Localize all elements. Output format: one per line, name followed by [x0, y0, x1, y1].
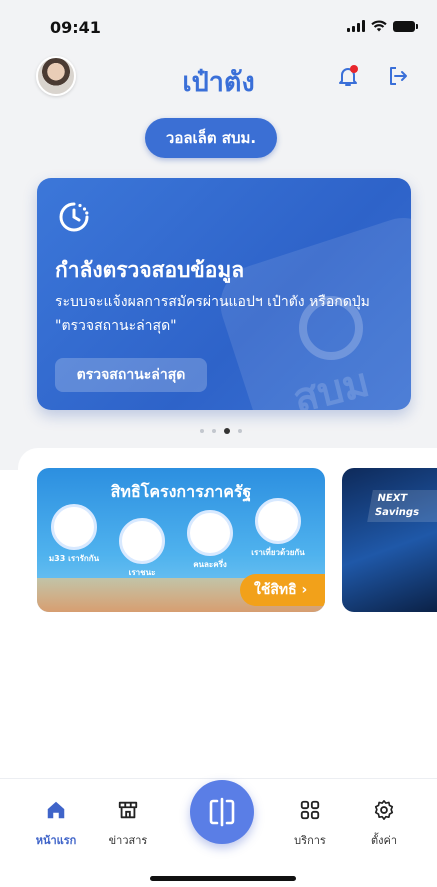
chevron-right-icon: › — [301, 582, 308, 598]
status-icons — [347, 20, 418, 32]
program-logo-rao-chana — [119, 518, 165, 564]
home-indicator — [150, 876, 296, 881]
status-card-description: ระบบจะแจ้งผลการสมัครผ่านแอปฯ เป๋าตัง หรื… — [55, 294, 370, 334]
battery-icon — [393, 20, 418, 32]
storefront-icon — [118, 801, 138, 819]
carousel-dot — [200, 429, 204, 433]
nav-label-services: บริการ — [294, 834, 326, 847]
clock-icon — [59, 202, 89, 232]
wifi-icon — [371, 20, 387, 32]
wallet-button[interactable]: วอลเล็ต สบม. — [145, 118, 277, 158]
scan-button[interactable] — [190, 780, 254, 844]
program-label: ม33 เรารักกัน — [48, 554, 100, 563]
program-logo-rao-tiao — [255, 498, 301, 544]
nav-item-news[interactable]: ข่าวสาร — [88, 799, 168, 849]
nav-item-home[interactable]: หน้าแรก — [16, 799, 96, 849]
government-programs-banner[interactable]: สิทธิโครงการภาครัฐ ม33 เรารักกัน เราชนะ … — [37, 468, 325, 612]
use-rights-button[interactable]: ใช้สิทธิ › — [240, 574, 325, 606]
program-logo-m33 — [51, 504, 97, 550]
nav-label-settings: ตั้งค่า — [370, 834, 398, 847]
carousel-dot — [238, 429, 242, 433]
app-title: เป๋าตัง — [182, 67, 255, 98]
use-rights-label: ใช้สิทธิ — [254, 582, 297, 598]
home-icon — [47, 801, 65, 819]
grid-icon — [300, 800, 320, 820]
nav-label-news: ข่าวสาร — [108, 834, 148, 847]
program-label: คนละครึ่ง — [193, 560, 227, 569]
carousel-indicator — [200, 428, 242, 434]
status-card-title: กำลังตรวจสอบข้อมูล — [55, 258, 245, 282]
scan-icon — [209, 797, 235, 827]
status-bar: 09:41 — [0, 0, 437, 54]
signal-icon — [347, 20, 365, 32]
carousel-dot — [212, 429, 216, 433]
program-logo-khon-la-khrueng — [187, 510, 233, 556]
logout-icon[interactable] — [386, 64, 410, 88]
check-status-button[interactable]: ตรวจสถานะล่าสุด — [55, 358, 207, 392]
status-time: 09:41 — [50, 18, 101, 37]
nav-item-services[interactable]: บริการ — [270, 799, 350, 849]
gear-icon — [374, 800, 394, 820]
program-label: เราเที่ยวด้วยกัน — [251, 548, 305, 557]
notification-dot — [350, 65, 358, 73]
nav-item-settings[interactable]: ตั้งค่า — [344, 799, 424, 849]
savings-banner-label: NEXT Savings — [367, 490, 437, 522]
next-savings-banner[interactable]: NEXT Savings — [342, 468, 437, 612]
notification-bell-icon[interactable] — [336, 64, 360, 88]
nav-label-home: หน้าแรก — [35, 834, 77, 847]
carousel-dot-active — [224, 428, 230, 434]
app-header: เป๋าตัง — [0, 54, 437, 104]
application-status-card[interactable]: สบม กำลังตรวจสอบข้อมูล ระบบจะแจ้งผลการสม… — [37, 178, 411, 410]
